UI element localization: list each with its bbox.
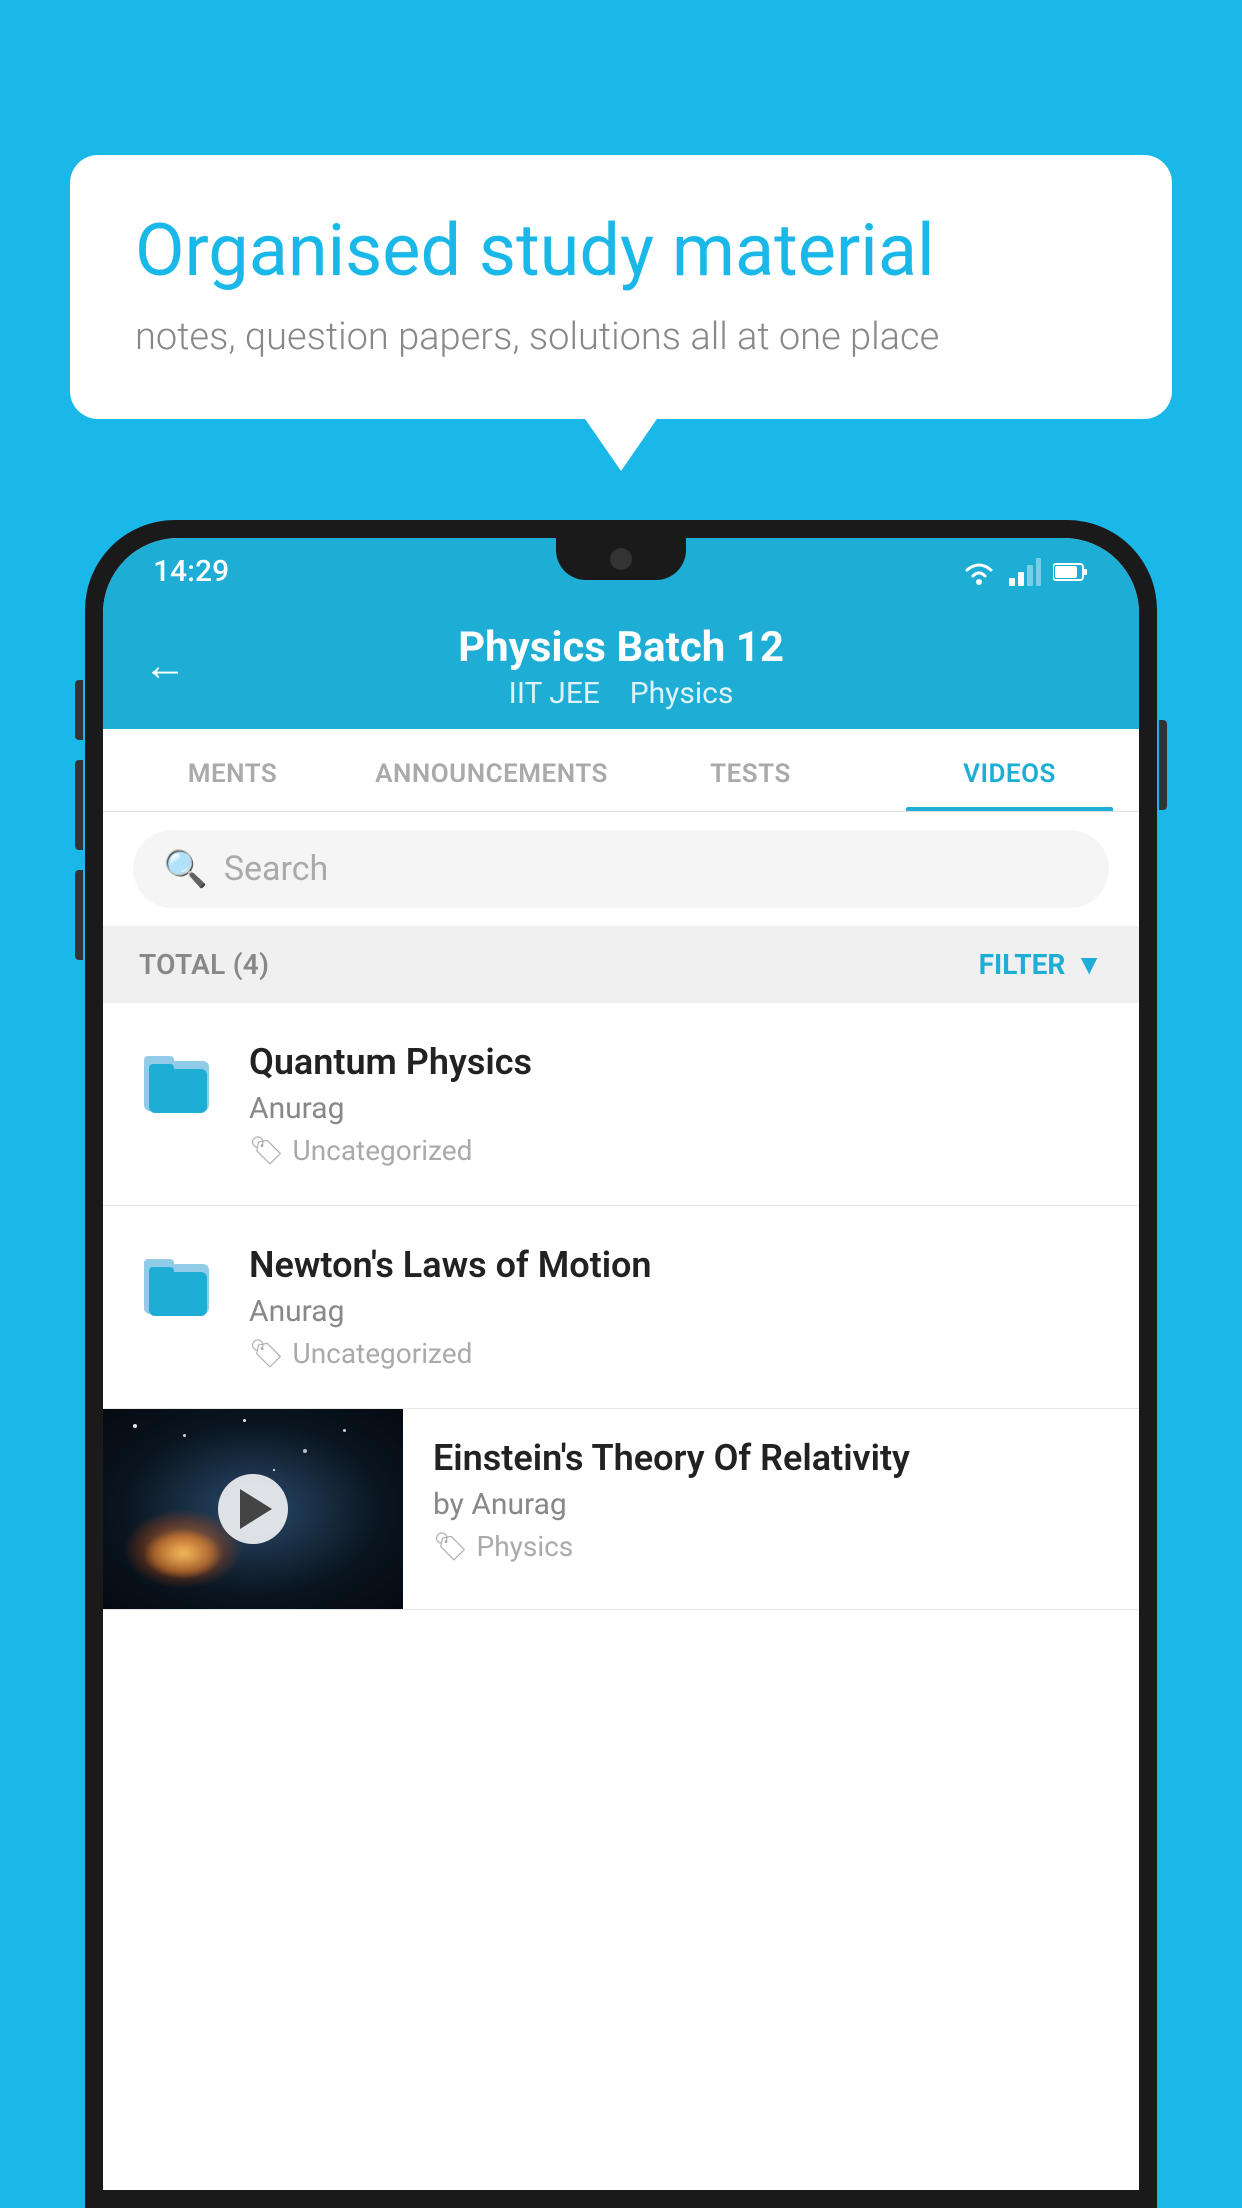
item-tag: 🏷 Uncategorized (249, 1134, 1103, 1167)
folder-icon (139, 1244, 219, 1328)
item-title: Einstein's Theory Of Relativity (433, 1437, 1109, 1479)
search-icon: 🔍 (163, 848, 208, 890)
volume-silent-button (75, 680, 83, 740)
battery-icon (1053, 562, 1089, 582)
item-tag: 🏷 Uncategorized (249, 1337, 1103, 1370)
tag-icon: 🏷 (433, 1530, 469, 1563)
item-author: Anurag (249, 1091, 1103, 1126)
speech-bubble: Organised study material notes, question… (70, 155, 1172, 419)
item-author: Anurag (249, 1294, 1103, 1329)
status-icons (961, 558, 1089, 586)
tabs-bar: MENTS ANNOUNCEMENTS TESTS VIDEOS (103, 729, 1139, 812)
thumb-background (103, 1409, 403, 1609)
item-title: Newton's Laws of Motion (249, 1244, 1103, 1286)
video-thumbnail (103, 1409, 403, 1609)
item-title: Quantum Physics (249, 1041, 1103, 1083)
list-item[interactable]: Quantum Physics Anurag 🏷 Uncategorized (103, 1003, 1139, 1206)
tab-tests[interactable]: TESTS (621, 729, 880, 811)
speech-bubble-section: Organised study material notes, question… (70, 155, 1172, 419)
volume-down-button (75, 870, 83, 960)
volume-up-button (75, 760, 83, 850)
filter-bar: TOTAL (4) FILTER ▼ (103, 926, 1139, 1003)
header-subtitle-physics: Physics (630, 676, 734, 711)
screen-content: 14:29 (103, 538, 1139, 2190)
search-box[interactable]: 🔍 Search (133, 830, 1109, 908)
search-placeholder: Search (224, 849, 328, 889)
phone-screen: 14:29 (103, 538, 1139, 2190)
list-item[interactable]: Newton's Laws of Motion Anurag 🏷 Uncateg… (103, 1206, 1139, 1409)
tab-ments[interactable]: MENTS (103, 729, 362, 811)
tag-icon: 🏷 (249, 1134, 285, 1167)
item-tag: 🏷 Physics (433, 1530, 1109, 1563)
folder-icon (139, 1041, 219, 1125)
front-camera (610, 548, 632, 570)
header-title: Physics Batch 12 (143, 623, 1099, 672)
phone-frame: 14:29 (85, 520, 1157, 2208)
app-header: ← Physics Batch 12 IIT JEE Physics (103, 601, 1139, 729)
tag-icon: 🏷 (249, 1337, 285, 1370)
back-button[interactable]: ← (143, 639, 187, 691)
status-time: 14:29 (153, 554, 229, 589)
item-author: by Anurag (433, 1487, 1109, 1522)
bubble-subtitle: notes, question papers, solutions all at… (135, 315, 1107, 359)
item-info: Newton's Laws of Motion Anurag 🏷 Uncateg… (249, 1244, 1103, 1370)
power-button (1159, 720, 1167, 810)
header-subtitle-iitjee: IIT JEE (509, 676, 600, 711)
search-container: 🔍 Search (103, 812, 1139, 926)
item-info: Quantum Physics Anurag 🏷 Uncategorized (249, 1041, 1103, 1167)
wifi-icon (961, 558, 997, 586)
total-count: TOTAL (4) (139, 948, 269, 981)
filter-label: FILTER (979, 948, 1066, 981)
play-button[interactable] (218, 1474, 288, 1544)
signal-icon (1009, 558, 1041, 586)
header-subtitle: IIT JEE Physics (143, 676, 1099, 711)
video-list: Quantum Physics Anurag 🏷 Uncategorized (103, 1003, 1139, 2190)
phone-inner: 14:29 (103, 538, 1139, 2190)
item-info: Einstein's Theory Of Relativity by Anura… (403, 1409, 1139, 1591)
bubble-title: Organised study material (135, 210, 1107, 293)
play-triangle-icon (240, 1489, 272, 1529)
tab-announcements[interactable]: ANNOUNCEMENTS (362, 729, 621, 811)
list-item[interactable]: Einstein's Theory Of Relativity by Anura… (103, 1409, 1139, 1610)
tab-videos[interactable]: VIDEOS (880, 729, 1139, 811)
filter-button[interactable]: FILTER ▼ (979, 948, 1103, 981)
phone-notch (556, 538, 686, 580)
filter-funnel-icon: ▼ (1075, 948, 1103, 981)
